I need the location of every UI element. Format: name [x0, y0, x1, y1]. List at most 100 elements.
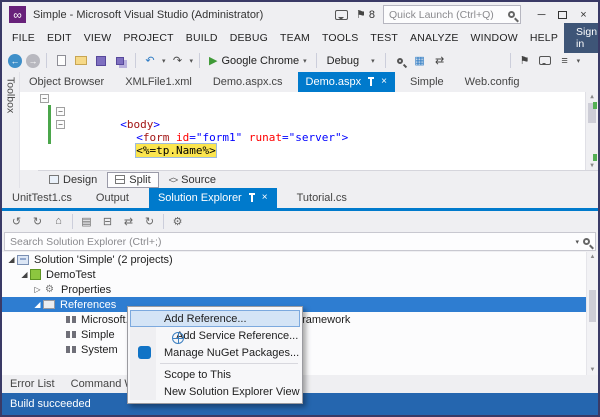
- properties-icon[interactable]: ⚙: [168, 213, 187, 230]
- quick-launch-input[interactable]: [389, 8, 508, 21]
- expander-icon[interactable]: ◢: [6, 255, 17, 264]
- solution-search-input[interactable]: [10, 235, 572, 248]
- menu-file[interactable]: FILE: [6, 28, 41, 48]
- notifications-button[interactable]: ⚑ 8: [356, 8, 375, 22]
- pin-icon[interactable]: [248, 192, 255, 202]
- scrollbar-thumb[interactable]: [589, 290, 596, 322]
- fold-toggle-icon[interactable]: −: [56, 120, 65, 129]
- toolbox-tab[interactable]: Toolbox: [2, 72, 20, 188]
- menu-project[interactable]: PROJECT: [117, 28, 179, 48]
- compare-icon[interactable]: ⇄: [432, 52, 448, 70]
- minimize-button[interactable]: ─: [531, 5, 552, 25]
- collapse-all-icon[interactable]: ⊟: [98, 213, 117, 230]
- redo-dropdown-icon[interactable]: ▾: [190, 57, 194, 65]
- document-tab-strip: Object Browser XMLFile1.xml Demo.aspx.cs…: [20, 72, 598, 92]
- redo-icon[interactable]: ↷: [170, 52, 186, 70]
- menu-test[interactable]: TEST: [364, 28, 404, 48]
- document-icon: [56, 55, 66, 66]
- tab-unittest1[interactable]: UnitTest1.cs: [8, 188, 76, 208]
- maximize-button[interactable]: [552, 5, 573, 25]
- design-view-button[interactable]: Design: [42, 173, 104, 187]
- line-list-icon[interactable]: ≡: [557, 52, 573, 70]
- sync-with-active-document-icon[interactable]: ⇄: [119, 213, 138, 230]
- menu-team[interactable]: TEAM: [274, 28, 316, 48]
- assembly-icon: [66, 331, 70, 338]
- menu-item-add-reference[interactable]: Add Reference...: [130, 310, 300, 327]
- tab-demo-aspx[interactable]: Demo.aspx ×: [297, 72, 396, 92]
- scroll-up-icon[interactable]: ▲: [587, 254, 598, 260]
- bookmark-icon[interactable]: ⚑: [517, 52, 533, 70]
- open-file-icon[interactable]: [73, 52, 89, 70]
- expander-icon[interactable]: ◢: [32, 300, 43, 309]
- tab-tutorial[interactable]: Tutorial.cs: [293, 188, 351, 208]
- navigate-back-icon[interactable]: ←: [8, 53, 22, 68]
- menu-view[interactable]: VIEW: [78, 28, 118, 48]
- code-editor[interactable]: − <body> − <form id="form1" runat="serve…: [20, 92, 598, 170]
- expander-icon[interactable]: ◢: [19, 270, 30, 279]
- fold-toggle-icon[interactable]: −: [40, 94, 49, 103]
- tree-item-properties[interactable]: ▷ ⚙ Properties: [2, 282, 598, 297]
- menu-item-add-service-reference[interactable]: Add Service Reference...: [130, 327, 300, 344]
- editor-scrollbar[interactable]: ▲ ▼: [585, 92, 598, 170]
- tree-item-demotest[interactable]: ◢ DemoTest: [2, 267, 598, 282]
- pin-icon[interactable]: [368, 76, 375, 86]
- expander-icon[interactable]: ▷: [32, 285, 43, 294]
- navigate-forward-icon[interactable]: →: [26, 53, 40, 68]
- tab-object-browser[interactable]: Object Browser: [23, 72, 110, 92]
- toolbar-overflow-icon[interactable]: ▾: [577, 57, 581, 65]
- tab-simple[interactable]: Simple: [404, 72, 450, 92]
- undo-icon[interactable]: ↶: [142, 52, 158, 70]
- close-tab-icon[interactable]: ×: [381, 77, 387, 87]
- menu-debug[interactable]: DEBUG: [224, 28, 274, 48]
- menu-window[interactable]: WINDOW: [465, 28, 524, 48]
- feedback-icon[interactable]: [335, 9, 348, 20]
- menu-item-scope-to-this[interactable]: Scope to This: [130, 366, 300, 383]
- tree-scrollbar[interactable]: ▲ ▼: [586, 252, 598, 375]
- show-all-files-icon[interactable]: ▤: [77, 213, 96, 230]
- menu-analyze[interactable]: ANALYZE: [404, 28, 464, 48]
- tab-demo-aspx-cs[interactable]: Demo.aspx.cs: [207, 72, 289, 92]
- menu-separator: [160, 363, 298, 364]
- toolbar-separator: [315, 53, 317, 68]
- tree-item-solution[interactable]: ◢ Solution 'Simple' (2 projects): [2, 252, 598, 267]
- panel-tab-strip: UnitTest1.cs Output Solution Explorer × …: [2, 188, 598, 208]
- source-view-button[interactable]: <> Source: [162, 173, 223, 187]
- menu-item-manage-nuget-packages[interactable]: Manage NuGet Packages...: [130, 344, 300, 361]
- tab-web-config[interactable]: Web.config: [459, 72, 526, 92]
- se-back-icon[interactable]: ↺: [7, 213, 26, 230]
- menu-help[interactable]: HELP: [524, 28, 564, 48]
- tab-error-list[interactable]: Error List: [10, 378, 55, 390]
- scroll-down-icon[interactable]: ▼: [586, 162, 598, 169]
- split-view-button[interactable]: Split: [107, 171, 159, 188]
- menu-item-new-solution-explorer-view[interactable]: New Solution Explorer View: [130, 383, 300, 400]
- quick-launch-box[interactable]: [383, 5, 521, 24]
- comment-icon[interactable]: [537, 52, 553, 70]
- search-options-dropdown-icon[interactable]: ▾: [575, 238, 579, 246]
- refresh-icon[interactable]: ↻: [140, 213, 159, 230]
- close-tab-icon[interactable]: ×: [262, 193, 268, 203]
- start-debugging-button[interactable]: ▶ Google Chrome ▾: [206, 54, 310, 68]
- find-in-files-icon[interactable]: [392, 52, 408, 70]
- menu-build[interactable]: BUILD: [180, 28, 224, 48]
- solution-platform-icon[interactable]: ▦: [412, 52, 428, 70]
- toolbar-separator: [199, 53, 201, 68]
- close-button[interactable]: ×: [573, 5, 594, 25]
- tab-xmlfile1[interactable]: XMLFile1.xml: [119, 72, 198, 92]
- tab-solution-explorer[interactable]: Solution Explorer ×: [148, 188, 277, 208]
- search-box[interactable]: ▾: [4, 232, 596, 251]
- save-icon[interactable]: [93, 52, 109, 70]
- tab-output[interactable]: Output: [92, 188, 133, 208]
- fold-toggle-icon[interactable]: −: [56, 107, 65, 116]
- menu-edit[interactable]: EDIT: [41, 28, 78, 48]
- new-file-icon[interactable]: [53, 52, 69, 70]
- configuration-dropdown[interactable]: Debug ▾: [323, 53, 379, 69]
- se-forward-icon[interactable]: ↻: [28, 213, 47, 230]
- menu-item-label: Add Service Reference...: [176, 329, 299, 342]
- menu-tools[interactable]: TOOLS: [316, 28, 364, 48]
- scroll-up-icon[interactable]: ▲: [586, 93, 598, 100]
- scroll-down-icon[interactable]: ▼: [587, 367, 598, 373]
- undo-dropdown-icon[interactable]: ▾: [162, 57, 166, 65]
- save-all-icon[interactable]: [113, 52, 129, 70]
- home-icon[interactable]: ⌂: [49, 213, 68, 230]
- tree-item-label: References: [60, 298, 117, 311]
